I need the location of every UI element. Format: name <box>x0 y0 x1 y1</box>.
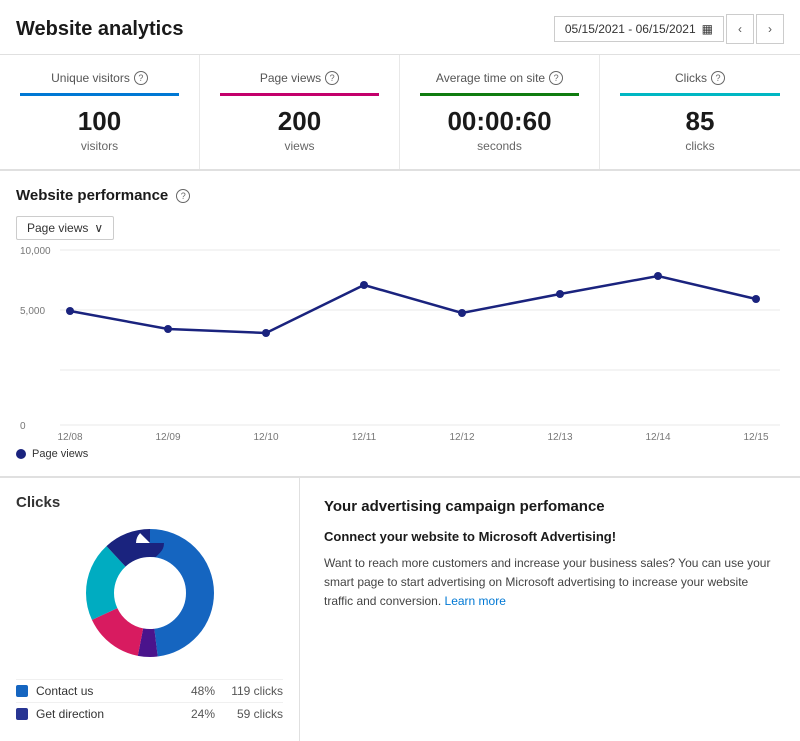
chevron-right-icon: › <box>768 22 772 36</box>
info-icon-page-views[interactable]: ? <box>325 71 339 85</box>
clicks-name-contact: Contact us <box>36 684 172 698</box>
stat-value-page-views: 200 <box>220 106 379 137</box>
calendar-icon: ▦ <box>702 22 713 36</box>
perf-title: Website performance <box>16 187 168 204</box>
ad-body-text: Want to reach more customers and increas… <box>324 554 776 612</box>
date-range-value: 05/15/2021 - 06/15/2021 <box>565 22 696 36</box>
clicks-title: Clicks <box>16 494 283 511</box>
stat-value-unique-visitors: 100 <box>20 106 179 137</box>
clicks-pct-direction: 24% <box>180 707 215 721</box>
stat-value-clicks: 85 <box>620 106 780 137</box>
svg-text:12/14: 12/14 <box>645 432 670 440</box>
advertising-section: Your advertising campaign perfomance Con… <box>300 478 800 741</box>
stat-unit-clicks: clicks <box>620 139 780 153</box>
stat-value-avg-time: 00:00:60 <box>420 106 579 137</box>
stat-unit-unique-visitors: visitors <box>20 139 179 153</box>
clicks-count-contact: 119 clicks <box>223 684 283 698</box>
info-icon-perf[interactable]: ? <box>176 189 190 203</box>
stat-unique-visitors: Unique visitors ? 100 visitors <box>0 55 200 169</box>
svg-text:12/13: 12/13 <box>547 432 572 440</box>
chart-svg: 10,000 5,000 0 12/08 12/09 12/10 12/11 1… <box>16 240 784 440</box>
chevron-down-icon: ∨ <box>94 221 103 235</box>
donut-svg <box>80 523 220 663</box>
performance-section: Website performance ? Page views ∨ 10,00… <box>0 171 800 477</box>
next-button[interactable]: › <box>756 14 784 44</box>
info-icon-avg-time[interactable]: ? <box>549 71 563 85</box>
svg-text:12/15: 12/15 <box>743 432 768 440</box>
stat-page-views: Page views ? 200 views <box>200 55 400 169</box>
bottom-row: Clicks Contact us 48% 119 cli <box>0 477 800 741</box>
stat-label-page-views: Page views ? <box>220 71 379 96</box>
clicks-section: Clicks Contact us 48% 119 cli <box>0 478 300 741</box>
stat-clicks: Clicks ? 85 clicks <box>600 55 800 169</box>
clicks-count-direction: 59 clicks <box>223 707 283 721</box>
legend-dot <box>16 449 26 459</box>
ad-subtitle: Connect your website to Microsoft Advert… <box>324 529 776 544</box>
svg-text:12/11: 12/11 <box>352 432 377 440</box>
stat-label-clicks: Clicks ? <box>620 71 780 96</box>
line-chart: 10,000 5,000 0 12/08 12/09 12/10 12/11 1… <box>16 240 784 440</box>
svg-text:12/08: 12/08 <box>57 432 82 440</box>
stat-avg-time: Average time on site ? 00:00:60 seconds <box>400 55 600 169</box>
info-icon-unique-visitors[interactable]: ? <box>134 71 148 85</box>
stat-label-avg-time: Average time on site ? <box>420 71 579 96</box>
svg-text:12/12: 12/12 <box>449 432 474 440</box>
page-header: Website analytics 05/15/2021 - 06/15/202… <box>0 0 800 55</box>
chevron-left-icon: ‹ <box>738 22 742 36</box>
svg-text:12/10: 12/10 <box>253 432 278 440</box>
page-views-dropdown[interactable]: Page views ∨ <box>16 216 114 240</box>
learn-more-link[interactable]: Learn more <box>445 594 506 608</box>
ad-title: Your advertising campaign perfomance <box>324 498 776 515</box>
clicks-table: Contact us 48% 119 clicks Get direction … <box>16 679 283 725</box>
donut-chart <box>16 523 283 663</box>
svg-text:0: 0 <box>20 421 26 432</box>
list-item: Get direction 24% 59 clicks <box>16 702 283 725</box>
stats-row: Unique visitors ? 100 visitors Page view… <box>0 55 800 171</box>
list-item: Contact us 48% 119 clicks <box>16 679 283 702</box>
clicks-color-contact <box>16 685 28 697</box>
prev-button[interactable]: ‹ <box>726 14 754 44</box>
stat-unit-page-views: views <box>220 139 379 153</box>
svg-text:10,000: 10,000 <box>20 246 51 257</box>
perf-title-row: Website performance ? <box>16 187 784 204</box>
stat-label-unique-visitors: Unique visitors ? <box>20 71 179 96</box>
clicks-color-direction <box>16 708 28 720</box>
chart-legend: Page views <box>16 448 784 460</box>
svg-text:5,000: 5,000 <box>20 306 45 317</box>
dropdown-label: Page views <box>27 221 88 235</box>
clicks-pct-contact: 48% <box>180 684 215 698</box>
info-icon-clicks[interactable]: ? <box>711 71 725 85</box>
date-range-control: 05/15/2021 - 06/15/2021 ▦ ‹ › <box>554 14 784 44</box>
date-range-button[interactable]: 05/15/2021 - 06/15/2021 ▦ <box>554 16 724 42</box>
page-title: Website analytics <box>16 18 183 41</box>
svg-text:12/09: 12/09 <box>155 432 180 440</box>
stat-unit-avg-time: seconds <box>420 139 579 153</box>
clicks-name-direction: Get direction <box>36 707 172 721</box>
legend-label: Page views <box>32 448 88 460</box>
